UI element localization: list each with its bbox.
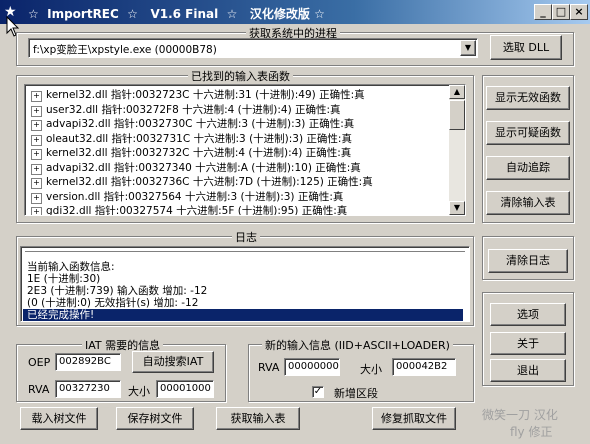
save-tree-label: 保存树文件 (127, 412, 183, 425)
import-tree-row[interactable]: + oleaut32.dll 指针:0032731C 十六进制:3 (十进制):3… (31, 132, 352, 146)
fix-dump-button[interactable]: 修复抓取文件 (372, 407, 456, 430)
expand-plus-icon[interactable]: + (31, 120, 42, 131)
clear-log-button[interactable]: 清除日志 (488, 249, 568, 273)
new-import-group-title: 新的输入信息 (IID+ASCII+LOADER) (262, 337, 453, 353)
import-row-label: advapi32.dll 指针:00327340 十六进制:A (十进制):10… (46, 161, 361, 174)
about-button[interactable]: 关于 (490, 332, 566, 355)
expand-plus-icon[interactable]: + (31, 134, 42, 146)
log-row[interactable]: 当前输入函数信息: (27, 261, 463, 273)
scroll-thumb[interactable] (449, 100, 465, 130)
import-tree-row[interactable]: + gdi32.dll 指针:00327574 十六进制:5F (十进制):95)… (31, 204, 348, 216)
exit-button[interactable]: 退出 (490, 359, 566, 382)
auto-search-iat-label: 自动搜索IAT (142, 355, 204, 368)
maximize-button[interactable]: □ (552, 4, 570, 20)
auto-trace-label: 自动追踪 (506, 161, 550, 174)
imports-tree[interactable]: + kernel32.dll 指针:0032723C 十六进制:31 (十进制):… (24, 84, 466, 216)
options-button[interactable]: 选项 (490, 303, 566, 326)
process-select-value: f:\xp变脸王\xpstyle.exe (00000B78) (33, 44, 217, 56)
import-row-label: gdi32.dll 指针:00327574 十六进制:5F (十进制):95) … (46, 205, 348, 216)
window-title: ☆ ImportREC ☆ V1.6 Final ☆ 汉化修改版 ☆ (28, 7, 325, 21)
import-row-label: oleaut32.dll 指针:0032731C 十六进制:3 (十进制):3)… (46, 132, 352, 145)
process-select[interactable]: f:\xp变脸王\xpstyle.exe (00000B78) ▼ (28, 38, 478, 58)
import-tree-row[interactable]: + advapi32.dll 指针:00327340 十六进制:A (十进制):1… (31, 161, 361, 175)
iat-rva-label: RVA (28, 383, 50, 396)
log-separator (25, 251, 465, 252)
auto-search-iat-button[interactable]: 自动搜索IAT (132, 351, 214, 373)
expand-plus-icon[interactable]: + (31, 207, 42, 215)
import-tree-row[interactable]: + user32.dll 指针:003272F8 十六进制:4 (十进制):4) … (31, 103, 341, 117)
add-section-checkbox[interactable]: ✓ (312, 386, 324, 398)
expand-plus-icon[interactable]: + (31, 105, 42, 117)
scroll-down-icon[interactable]: ▼ (449, 201, 465, 215)
import-row-label: advapi32.dll 指针:0032730C 十六进制:3 (十进制):3)… (46, 118, 355, 130)
pick-dll-button[interactable]: 选取 DLL (490, 35, 562, 60)
chevron-down-icon[interactable]: ▼ (460, 40, 476, 56)
log-row[interactable]: 2E3 (十进制:739) 输入函数 增加: -12 (27, 285, 463, 297)
about-label: 关于 (517, 337, 539, 350)
import-row-label: kernel32.dll 指针:0032732C 十六进制:4 (十进制):4)… (46, 147, 352, 159)
checkmark-icon: ✓ (313, 386, 323, 397)
import-row-label: version.dll 指针:00327564 十六进制:3 (十进制):3) … (46, 190, 344, 203)
import-row-label: kernel32.dll 指针:0032736C 十六进制:7D (十进制):1… (46, 176, 373, 188)
show-suspect-button[interactable]: 显示可疑函数 (486, 121, 570, 145)
import-row-label: user32.dll 指针:003272F8 十六进制:4 (十进制):4) 正… (46, 103, 341, 116)
show-suspect-label: 显示可疑函数 (495, 126, 561, 139)
import-row-label: kernel32.dll 指针:0032723C 十六进制:31 (十进制):4… (46, 89, 365, 101)
new-size-field[interactable]: 000042B2 (392, 358, 456, 376)
oep-field[interactable]: 002892BC (55, 353, 121, 371)
expand-plus-icon[interactable]: + (31, 178, 42, 189)
iat-size-label: 大小 (128, 385, 150, 398)
minimize-button[interactable]: _ (534, 4, 552, 20)
expand-plus-icon[interactable]: + (31, 192, 42, 204)
import-tree-row[interactable]: + version.dll 指针:00327564 十六进制:3 (十进制):3)… (31, 190, 343, 204)
expand-plus-icon[interactable]: + (31, 91, 42, 102)
title-bar: ★ ☆ ImportREC ☆ V1.6 Final ☆ 汉化修改版 ☆ _ □… (0, 0, 590, 24)
import-tree-row[interactable]: + kernel32.dll 指针:0032723C 十六进制:31 (十进制):… (31, 88, 365, 102)
show-invalid-button[interactable]: 显示无效函数 (486, 86, 570, 110)
clear-imports-button[interactable]: 清除输入表 (486, 191, 570, 215)
scroll-up-icon[interactable]: ▲ (449, 85, 465, 99)
pick-dll-label: 选取 DLL (502, 41, 550, 54)
credit-fixer: fly 修正 (510, 425, 553, 439)
oep-label: OEP (28, 356, 51, 369)
show-invalid-label: 显示无效函数 (495, 91, 561, 104)
imports-scrollbar[interactable]: ▲ ▼ (449, 85, 465, 215)
load-tree-button[interactable]: 载入树文件 (20, 407, 98, 430)
exit-label: 退出 (517, 364, 539, 377)
new-rva-label: RVA (258, 361, 280, 374)
clear-log-label: 清除日志 (506, 254, 550, 267)
log-list[interactable]: 当前输入函数信息: 1E (十进制:30) 2E3 (十进制:739) 输入函数 增… (20, 246, 470, 322)
log-row[interactable]: (0 (十进制:0) 无效指针(s) 增加: -12 (27, 297, 463, 309)
import-tree-row[interactable]: + advapi32.dll 指针:0032730C 十六进制:3 (十进制):3… (31, 117, 354, 131)
get-imports-button[interactable]: 获取输入表 (216, 407, 300, 430)
imports-group-title: 已找到的输入表函数 (188, 68, 293, 84)
log-row[interactable]: 1E (十进制:30) (27, 273, 463, 285)
log-group-title: 日志 (232, 229, 260, 245)
expand-plus-icon[interactable]: + (31, 149, 42, 160)
load-tree-label: 载入树文件 (31, 412, 87, 425)
fix-dump-label: 修复抓取文件 (381, 412, 447, 425)
iat-rva-field[interactable]: 00327230 (55, 380, 121, 398)
close-button[interactable]: × (570, 4, 588, 20)
credit-translator: 微笑一刀 汉化 (482, 408, 558, 422)
auto-trace-button[interactable]: 自动追踪 (486, 156, 570, 180)
log-row[interactable]: 已经完成操作! (23, 309, 463, 321)
get-imports-label: 获取输入表 (230, 412, 286, 425)
save-tree-button[interactable]: 保存树文件 (116, 407, 194, 430)
import-tree-row[interactable]: + kernel32.dll 指针:0032736C 十六进制:7D (十进制):… (31, 175, 373, 189)
expand-plus-icon[interactable]: + (31, 163, 42, 175)
clear-imports-label: 清除输入表 (500, 196, 556, 209)
new-size-label: 大小 (360, 363, 382, 376)
import-tree-row[interactable]: + kernel32.dll 指针:0032732C 十六进制:4 (十进制):4… (31, 146, 351, 160)
iat-size-field[interactable]: 00001000 (156, 380, 214, 398)
add-section-label: 新增区段 (334, 387, 378, 400)
new-rva-field[interactable]: 00000000 (284, 358, 340, 376)
options-label: 选项 (517, 308, 539, 321)
